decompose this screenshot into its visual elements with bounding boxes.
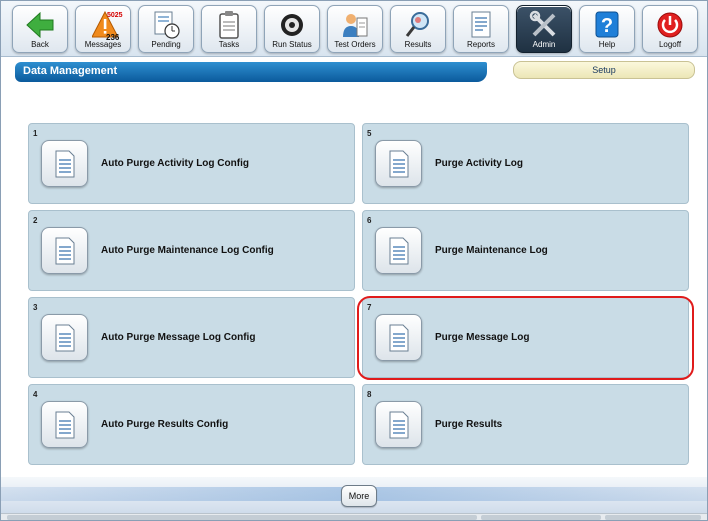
tile-number: 6 (367, 216, 372, 225)
run-status-label: Run Status (272, 40, 312, 49)
logoff-button[interactable]: Logoff (642, 5, 698, 53)
pending-label: Pending (151, 40, 181, 49)
test-orders-icon (343, 14, 368, 37)
tile-auto-purge-activity-log-config[interactable]: 1 Auto Purge Activity Log Config (28, 123, 355, 204)
tile-label: Auto Purge Message Log Config (101, 332, 256, 343)
tile-label: Auto Purge Maintenance Log Config (101, 245, 274, 256)
tasks-label: Tasks (218, 40, 240, 49)
tile-icon-button[interactable] (41, 140, 88, 187)
tile-purge-maintenance-log[interactable]: 6 Purge Maintenance Log (362, 210, 689, 291)
document-icon (389, 150, 409, 178)
tile-number: 2 (33, 216, 38, 225)
run-status-icon (281, 14, 303, 36)
logoff-label: Logoff (658, 40, 682, 49)
tile-number: 5 (367, 129, 372, 138)
admin-label: Admin (532, 40, 556, 49)
page-title: Data Management (23, 65, 118, 77)
help-button[interactable]: ? Help (579, 5, 635, 53)
back-arrow-icon (26, 11, 54, 39)
tasks-button[interactable]: Tasks (201, 5, 257, 53)
tile-label: Purge Activity Log (435, 158, 523, 169)
scrollbar-track-segment (605, 515, 701, 520)
document-icon (389, 411, 409, 439)
document-icon (55, 324, 75, 352)
tile-label: Purge Results (435, 419, 503, 430)
back-button[interactable]: Back (12, 5, 68, 53)
tile-icon-button[interactable] (375, 227, 422, 274)
document-icon (55, 237, 75, 265)
messages-count-top: 5025 (107, 12, 123, 19)
messages-button[interactable]: 5025 236 Messages (75, 5, 131, 53)
page-title-bar: Data Management (15, 62, 487, 82)
reports-button[interactable]: Reports (453, 5, 509, 53)
run-status-button[interactable]: Run Status (264, 5, 320, 53)
document-icon (389, 237, 409, 265)
horizontal-scrollbar[interactable] (1, 513, 707, 520)
tile-icon-button[interactable] (41, 314, 88, 361)
tile-icon-button[interactable] (41, 401, 88, 448)
tile-auto-purge-message-log-config[interactable]: 3 Auto Purge Message Log Config (28, 297, 355, 378)
tile-label: Auto Purge Activity Log Config (101, 158, 249, 169)
pending-icon (154, 11, 180, 39)
tile-number: 8 (367, 390, 372, 399)
tile-icon-button[interactable] (41, 227, 88, 274)
document-icon (55, 411, 75, 439)
test-orders-button[interactable]: Test Orders (327, 5, 383, 53)
scrollbar-thumb[interactable] (7, 515, 477, 520)
tile-icon-button[interactable] (375, 401, 422, 448)
more-button[interactable]: More (341, 485, 377, 507)
highlight-outline (357, 296, 694, 380)
tile-label: Purge Maintenance Log (435, 245, 548, 256)
tile-number: 4 (33, 390, 38, 399)
power-icon (657, 12, 683, 38)
admin-button[interactable]: Admin (516, 5, 572, 53)
tile-auto-purge-maintenance-log-config[interactable]: 2 Auto Purge Maintenance Log Config (28, 210, 355, 291)
clipboard-icon (219, 11, 239, 39)
reports-label: Reports (466, 40, 495, 49)
results-label: Results (404, 40, 432, 49)
setup-tab[interactable]: Setup (513, 61, 695, 79)
test-orders-label: Test Orders (334, 40, 376, 49)
tile-purge-activity-log[interactable]: 5 Purge Activity Log (362, 123, 689, 204)
tools-icon (529, 10, 556, 37)
help-icon: ? (595, 11, 619, 38)
setup-label: Setup (592, 65, 616, 75)
results-icon (405, 12, 429, 37)
document-icon (55, 150, 75, 178)
pending-button[interactable]: Pending (138, 5, 194, 53)
svg-text:?: ? (601, 15, 613, 37)
tile-auto-purge-results-config[interactable]: 4 Auto Purge Results Config (28, 384, 355, 465)
tile-number: 1 (33, 129, 38, 138)
tile-icon-button[interactable] (375, 140, 422, 187)
help-label: Help (598, 40, 616, 49)
app-window: Back 5025 236 Messages Pending Tasks Run… (0, 0, 708, 521)
tile-number: 3 (33, 303, 38, 312)
results-button[interactable]: Results (390, 5, 446, 53)
reports-icon (471, 11, 491, 38)
tile-label: Auto Purge Results Config (101, 419, 229, 430)
back-label: Back (31, 40, 49, 49)
scrollbar-track-segment (481, 515, 601, 520)
main-toolbar: Back 5025 236 Messages Pending Tasks Run… (1, 1, 707, 57)
tile-purge-results[interactable]: 8 Purge Results (362, 384, 689, 465)
messages-label: Messages (84, 40, 122, 49)
